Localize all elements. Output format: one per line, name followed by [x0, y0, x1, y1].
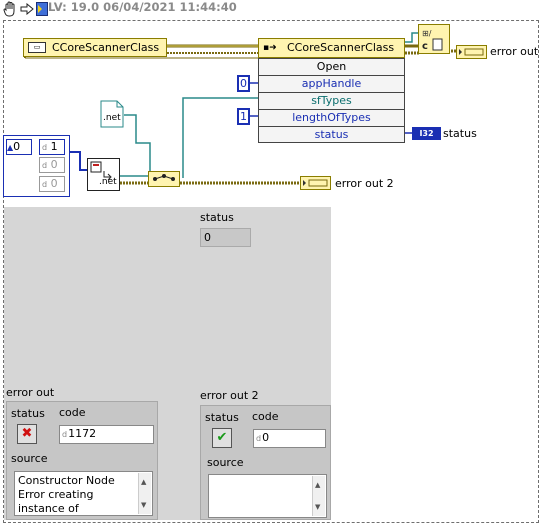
- error-out-terminal[interactable]: [456, 45, 487, 59]
- array-element[interactable]: d 0: [39, 176, 65, 192]
- error-out-cluster: status code ✖ d1172 source Constructor N…: [6, 401, 158, 520]
- error-out-2-label: error out 2: [335, 177, 394, 190]
- status-terminal-i32[interactable]: I32: [412, 127, 441, 140]
- error-out-2-title: error out 2: [200, 389, 259, 402]
- invoke-class-label: CCoreScannerClass: [287, 41, 395, 54]
- build-array-node[interactable]: [148, 171, 180, 187]
- error-out-2-status-label: status: [205, 411, 239, 424]
- error-out-source-label: source: [11, 452, 48, 465]
- array-element[interactable]: d 0: [39, 157, 65, 173]
- error-status-icon: ✖: [17, 424, 37, 444]
- error-out-code-label: code: [59, 406, 86, 419]
- constructor-label: .net: [99, 177, 117, 187]
- error-out-2-cluster: status code ✔ d0 source ▲ ▼: [200, 405, 331, 520]
- constructor-node[interactable]: .net: [87, 158, 120, 191]
- invoke-node-header[interactable]: ▪➜ CCoreScannerClass: [258, 38, 405, 58]
- app-handle-constant[interactable]: 0: [237, 75, 250, 92]
- error-out-2-code-label: code: [252, 410, 279, 423]
- error-out-code-field: d1172: [59, 425, 154, 444]
- error-out-2-source-scrollbar[interactable]: ▲ ▼: [312, 476, 325, 516]
- error-out-title: error out: [6, 386, 55, 399]
- error-out-status-label: status: [11, 407, 45, 420]
- svg-text:⊞/: ⊞/: [422, 29, 432, 38]
- param-sf-types[interactable]: sfTypes: [259, 93, 404, 110]
- error-out-label: error out: [490, 45, 539, 58]
- error-out-2-terminal[interactable]: [300, 176, 331, 190]
- error-out-2-source-field[interactable]: ▲ ▼: [208, 474, 327, 518]
- array-constant[interactable]: ▲0 d 1 d 0 d 0: [3, 135, 70, 197]
- class-constant-label: CCoreScannerClass: [52, 41, 160, 54]
- array-element[interactable]: d 1: [39, 139, 65, 155]
- param-length-of-types[interactable]: lengthOfTypes: [259, 110, 404, 127]
- param-status[interactable]: status: [259, 127, 404, 144]
- error-out-source-scrollbar[interactable]: ▲ ▼: [138, 473, 151, 514]
- array-index[interactable]: ▲0: [6, 139, 32, 155]
- status-terminal-label: status: [443, 127, 477, 140]
- refnum-icon: ▭: [28, 42, 46, 53]
- class-constant[interactable]: ▭ CCoreScannerClass: [23, 38, 167, 57]
- close-reference-node[interactable]: ⊞/ c: [418, 24, 450, 54]
- error-out-source-field[interactable]: Constructor Node Error creating instance…: [14, 471, 153, 516]
- status-indicator-label: status: [200, 211, 234, 224]
- net-constant-label: .net: [103, 113, 121, 123]
- svg-text:c: c: [422, 41, 428, 52]
- length-constant[interactable]: 1: [237, 108, 250, 125]
- error-out-2-code-field: d0: [253, 429, 326, 448]
- net-constant[interactable]: .net: [100, 100, 124, 128]
- invoke-icon: ▪➜: [263, 43, 277, 53]
- ok-status-icon: ✔: [212, 428, 232, 448]
- status-indicator-value: 0: [200, 228, 251, 247]
- invoke-node-body[interactable]: Open appHandle sfTypes lengthOfTypes sta…: [258, 58, 405, 143]
- error-out-2-source-label: source: [207, 456, 244, 469]
- invoke-method[interactable]: Open: [259, 59, 404, 76]
- param-app-handle[interactable]: appHandle: [259, 76, 404, 93]
